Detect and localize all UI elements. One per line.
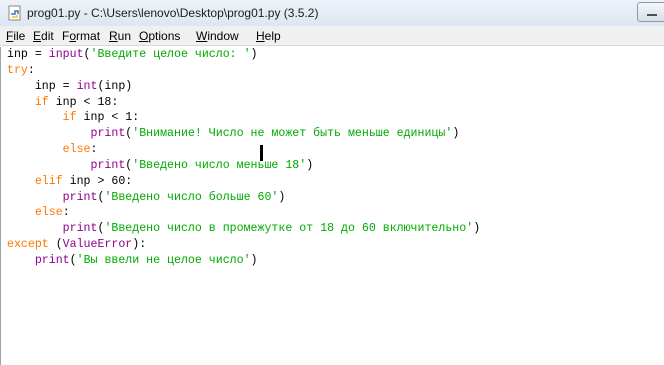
window-title: prog01.py - C:\Users\lenovo\Desktop\prog… — [27, 6, 319, 20]
code-token: if — [34, 95, 49, 109]
code-token: ( — [48, 238, 63, 252]
code-token: : — [90, 143, 98, 157]
code-token: print — [34, 253, 70, 267]
code-line[interactable]: if inp < 1: — [7, 110, 480, 126]
menu-help[interactable]: Help — [256, 29, 281, 43]
text-cursor — [260, 145, 263, 161]
code-line[interactable]: print('Введено число меньше 18') — [7, 158, 480, 174]
menu-options[interactable]: Options — [139, 29, 180, 43]
code-token: 'Введено число меньше 18' — [132, 158, 307, 172]
code-token: inp < 18: — [48, 95, 119, 109]
title-bar: prog01.py - C:\Users\lenovo\Desktop\prog… — [0, 0, 664, 26]
code-token: inp = — [7, 79, 77, 93]
code-token: int — [76, 79, 98, 93]
code-token: ) — [473, 222, 481, 236]
python-file-icon — [8, 5, 21, 21]
code-token: inp < 1: — [76, 111, 140, 125]
editor-border — [0, 47, 1, 365]
code-token: ) — [278, 190, 286, 204]
code-token: else — [34, 206, 63, 220]
code-line[interactable]: try: — [7, 63, 480, 79]
code-line[interactable]: inp = input('Введите целое число: ') — [7, 47, 480, 63]
code-token: print — [90, 127, 126, 141]
menu-edit[interactable]: Edit — [33, 29, 54, 43]
code-token: 'Введено число больше 60' — [104, 190, 279, 204]
minimize-icon — [647, 14, 657, 16]
code-token: ) — [306, 158, 314, 172]
code-token: try — [7, 63, 28, 77]
code-token: ValueError — [62, 238, 133, 252]
menu-file[interactable]: File — [6, 29, 25, 43]
menu-bar: File Edit Format Run Options Window Help — [0, 26, 664, 46]
code-line[interactable]: else: — [7, 205, 480, 221]
code-token: ) — [250, 253, 258, 267]
code-line[interactable]: if inp < 18: — [7, 95, 480, 111]
minimize-button[interactable] — [637, 2, 664, 22]
code-token: input — [48, 48, 84, 61]
code-line[interactable]: else: — [7, 142, 480, 158]
code-token: elif — [34, 174, 63, 188]
code-token: 'Внимание! Число не может быть меньше ед… — [132, 127, 453, 141]
code-token: print — [90, 158, 126, 172]
code-token: ( — [83, 48, 91, 61]
menu-run[interactable]: Run — [109, 29, 131, 43]
code-line[interactable]: print('Вы ввели не целое число') — [7, 253, 480, 269]
code-line[interactable]: print('Введено число в промежутке от 18 … — [7, 221, 480, 237]
code-token: ) — [452, 127, 460, 141]
code-token: : — [27, 63, 35, 77]
code-token: (inp) — [97, 79, 133, 93]
code-line[interactable]: inp = int(inp) — [7, 79, 480, 95]
code-token: 'Вы ввели не целое число' — [76, 253, 251, 267]
code-token: : — [62, 206, 70, 220]
code-line[interactable]: print('Введено число больше 60') — [7, 190, 480, 206]
code-token: ( — [69, 253, 77, 267]
code-token: else — [62, 143, 91, 157]
code-token: if — [62, 111, 77, 125]
code-token: inp = — [7, 48, 49, 61]
code-token: print — [62, 190, 98, 204]
code-text[interactable]: inp = input('Введите целое число: ') try:… — [7, 47, 480, 269]
menu-window[interactable]: Window — [196, 29, 239, 43]
code-token: ) — [250, 48, 258, 61]
code-token: inp > 60: — [62, 174, 133, 188]
menu-format[interactable]: Format — [62, 29, 100, 43]
code-token: print — [62, 222, 98, 236]
code-token: ): — [132, 238, 147, 252]
code-line[interactable]: elif inp > 60: — [7, 174, 480, 190]
code-token: 'Введите целое число: ' — [90, 48, 251, 61]
code-line[interactable]: except (ValueError): — [7, 237, 480, 253]
code-editor[interactable]: inp = input('Введите целое число: ') try:… — [0, 47, 664, 365]
code-token: 'Введено число в промежутке от 18 до 60 … — [104, 222, 474, 236]
code-token: except — [7, 238, 49, 252]
code-line[interactable]: print('Внимание! Число не может быть мен… — [7, 126, 480, 142]
